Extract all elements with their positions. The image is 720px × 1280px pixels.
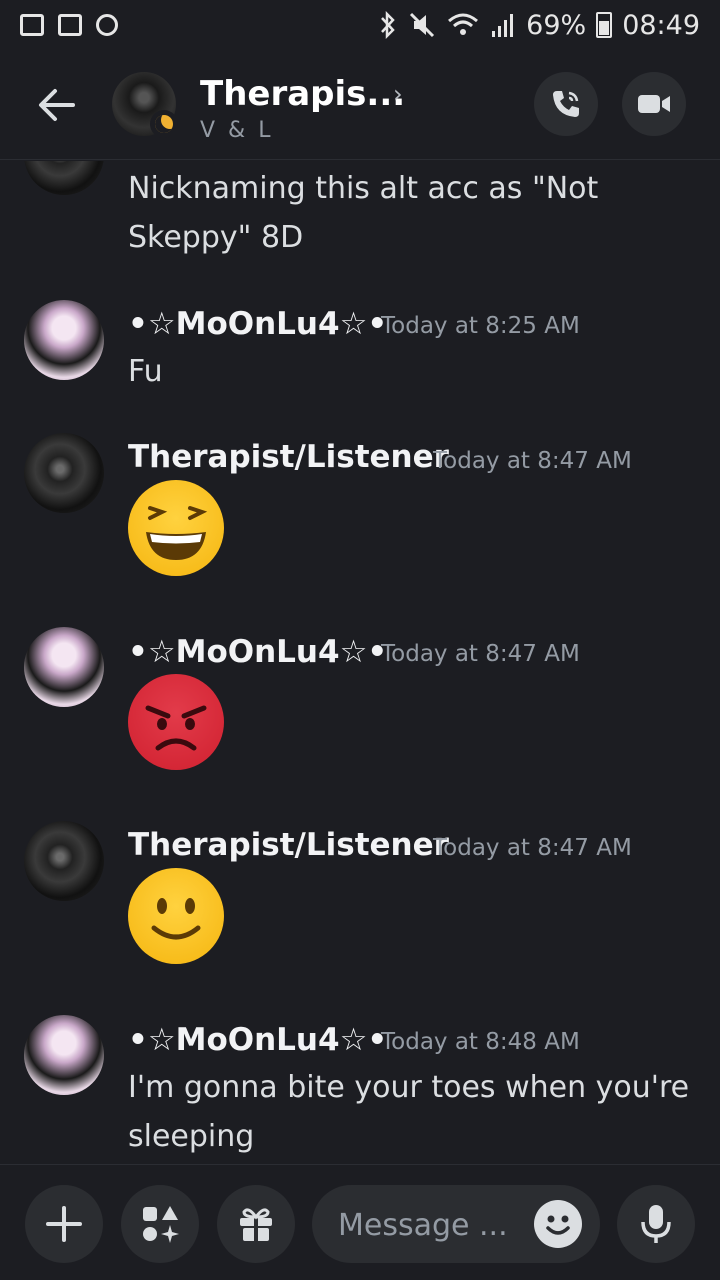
video-call-button[interactable]	[622, 72, 686, 136]
channel-title[interactable]: Therapis...	[200, 74, 405, 114]
voice-message-button[interactable]	[617, 1185, 695, 1263]
message-text: Fu	[128, 354, 163, 389]
gift-button[interactable]	[217, 1185, 295, 1263]
back-button[interactable]	[32, 80, 82, 130]
author-name[interactable]: •☆MoOnLu4☆•	[128, 306, 387, 342]
avatar[interactable]	[24, 627, 104, 707]
voicemail-icon	[58, 14, 82, 36]
timestamp: Today at 8:47 AM	[381, 641, 580, 667]
avatar[interactable]	[24, 161, 104, 195]
status-bar: 69% 08:49	[0, 0, 720, 50]
mute-icon	[410, 12, 435, 38]
channel-header: Therapis... › V & L	[0, 50, 720, 160]
avatar[interactable]	[24, 821, 104, 901]
angry-face-icon[interactable]	[128, 674, 224, 770]
message-composer	[0, 1164, 720, 1280]
author-name[interactable]: •☆MoOnLu4☆•	[128, 634, 387, 670]
battery-percent: 69%	[526, 9, 587, 41]
clock: 08:49	[622, 9, 700, 41]
signal-icon	[492, 14, 514, 37]
avatar[interactable]	[24, 433, 104, 513]
grinning-squinting-face-icon[interactable]	[128, 480, 224, 576]
wifi-icon	[448, 13, 479, 35]
add-attachment-button[interactable]	[25, 1185, 103, 1263]
timestamp: Today at 8:25 AM	[381, 313, 580, 339]
message-input-wrapper	[312, 1185, 600, 1263]
bluetooth-icon	[381, 11, 395, 39]
slightly-smiling-face-icon[interactable]	[128, 868, 224, 964]
plus-icon	[46, 1206, 82, 1242]
message-text: I'm gonna bite your toes when you're sle…	[128, 1070, 690, 1154]
battery-icon	[596, 12, 613, 38]
video-camera-icon	[638, 95, 670, 113]
author-name[interactable]: Therapist/Listener	[128, 827, 449, 863]
apps-icon	[143, 1206, 179, 1243]
gift-icon	[240, 1208, 272, 1242]
channel-subtitle: V & L	[200, 118, 274, 143]
timestamp: Today at 8:47 AM	[433, 448, 632, 474]
message-text: Nicknaming this alt acc as "Not Skeppy" …	[128, 171, 599, 255]
idle-status-icon	[150, 110, 178, 138]
arrow-left-icon	[39, 89, 75, 121]
sync-icon	[96, 14, 118, 36]
microphone-icon	[641, 1205, 671, 1243]
author-name[interactable]: •☆MoOnLu4☆•	[128, 1022, 387, 1058]
smiley-icon	[546, 1215, 570, 1235]
avatar[interactable]	[24, 300, 104, 380]
timestamp: Today at 8:48 AM	[381, 1029, 580, 1055]
apps-button[interactable]	[121, 1185, 199, 1263]
phone-icon	[553, 91, 579, 117]
message-input[interactable]	[338, 1205, 528, 1245]
voice-call-button[interactable]	[534, 72, 598, 136]
emoji-picker-button[interactable]	[534, 1200, 582, 1248]
message-list[interactable]: Nicknaming this alt acc as "Not Skeppy" …	[0, 161, 720, 1164]
gallery-icon	[20, 14, 44, 36]
timestamp: Today at 8:47 AM	[433, 835, 632, 861]
avatar[interactable]	[24, 1015, 104, 1095]
chevron-right-icon[interactable]: ›	[393, 80, 403, 108]
author-name[interactable]: Therapist/Listener	[128, 439, 449, 475]
